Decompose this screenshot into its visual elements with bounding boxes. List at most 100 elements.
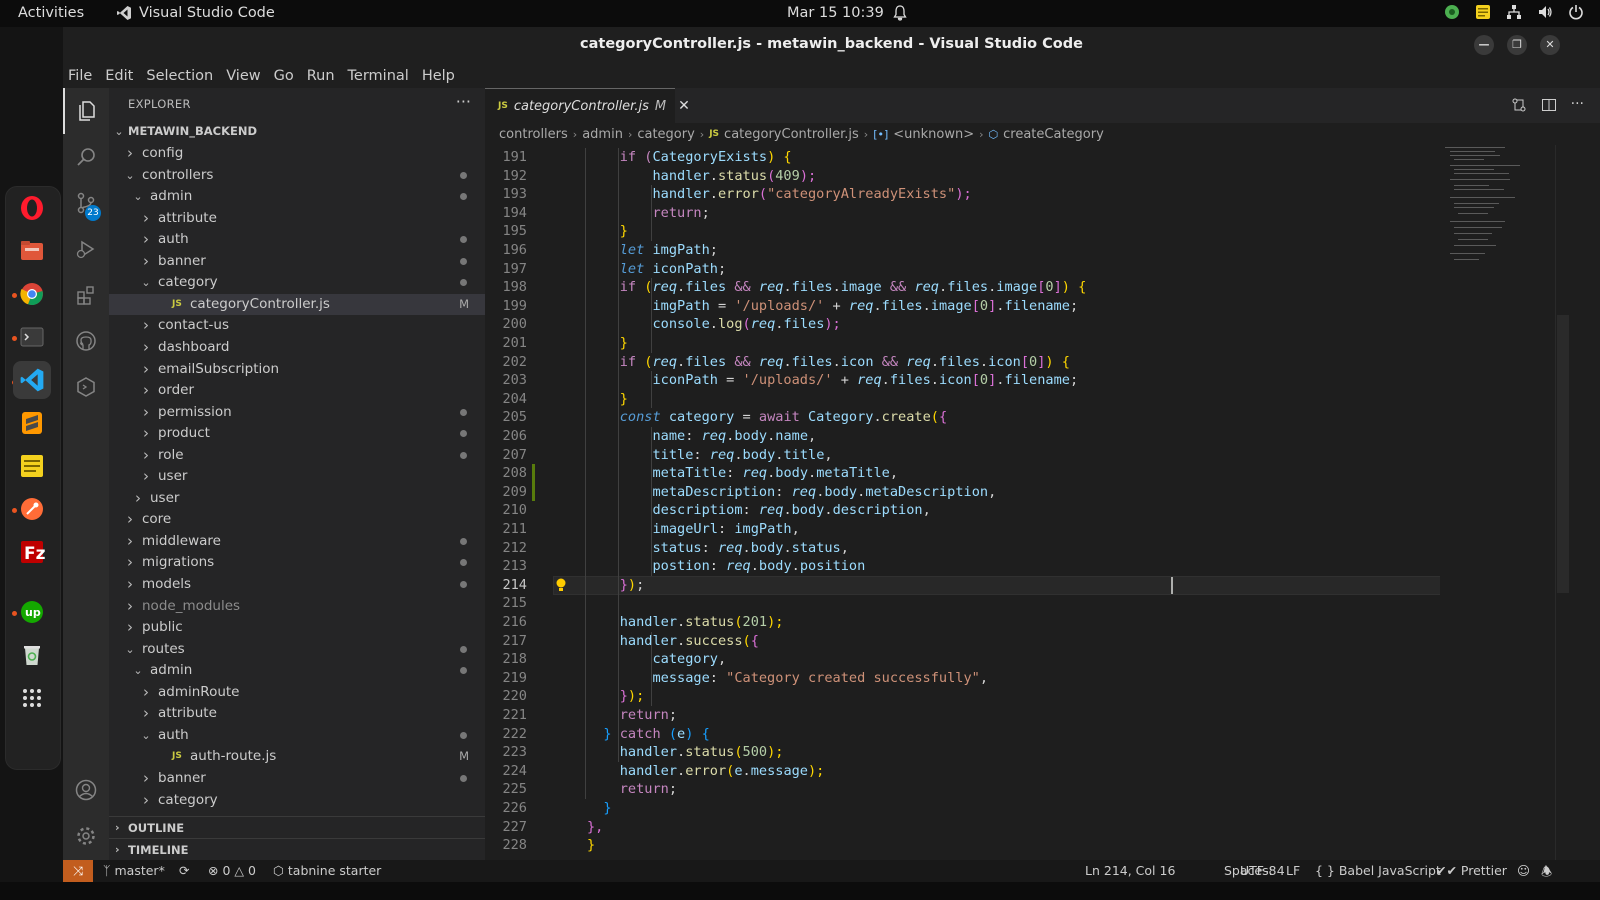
code-line[interactable]: } [587, 390, 628, 409]
breadcrumb-item[interactable]: categoryController.js [724, 127, 859, 142]
more-actions-icon[interactable]: ··· [1571, 97, 1584, 113]
branch-indicator[interactable]: ᛉ master* [103, 863, 165, 878]
lightbulb-icon[interactable] [555, 578, 567, 592]
close-icon[interactable]: ✕ [678, 98, 690, 114]
window-titlebar[interactable]: categoryController.js - metawin_backend … [63, 27, 1600, 63]
breadcrumb-item[interactable]: <unknown> [893, 127, 974, 142]
folder-item[interactable]: › order [109, 380, 485, 401]
upwork-icon[interactable]: up [13, 593, 51, 631]
outline-section[interactable]: › OUTLINE [109, 816, 485, 838]
code-line[interactable]: } [587, 334, 628, 353]
code-editor[interactable]: 191 if (CategoryExists) {192 handler.sta… [485, 145, 1600, 860]
opera-icon[interactable] [13, 189, 51, 227]
folder-item[interactable]: › banner [109, 251, 485, 272]
folder-item[interactable]: › role [109, 445, 485, 466]
workspace-root[interactable]: ⌄ METAWIN_BACKEND [109, 121, 485, 142]
code-line[interactable]: handler.status(500); [587, 743, 784, 762]
run-debug-icon[interactable] [63, 226, 109, 272]
code-line[interactable]: category, [587, 650, 726, 669]
code-line[interactable]: imgPath = '/uploads/' + req.files.image[… [587, 297, 1078, 316]
menu-go[interactable]: Go [274, 68, 294, 84]
folder-item[interactable]: › attribute [109, 703, 485, 724]
folder-item[interactable]: › migrations [109, 552, 485, 573]
folder-item[interactable]: › core [109, 509, 485, 530]
extensions-icon[interactable] [63, 272, 109, 318]
menu-run[interactable]: Run [307, 68, 335, 84]
files-icon[interactable] [13, 232, 51, 270]
code-line[interactable]: postion: req.body.position [587, 557, 865, 576]
folder-item[interactable]: ⌄ admin [109, 660, 485, 681]
sync-icon[interactable]: ⟳ [179, 863, 189, 878]
clock[interactable]: Mar 15 10:39 [787, 5, 884, 21]
prettier-indicator[interactable]: ✔✔ Prettier [1436, 863, 1507, 878]
folder-item[interactable]: › auth [109, 229, 485, 250]
code-line[interactable]: if (req.files && req.files.image && req.… [587, 278, 1087, 297]
file-item[interactable]: JS categoryController.js M [109, 293, 485, 315]
open-changes-icon[interactable] [1511, 97, 1527, 113]
source-control-icon[interactable] [63, 180, 109, 226]
tab-categoryController[interactable]: JS categoryController.js M ✕ [485, 88, 690, 123]
language-mode[interactable]: { } Babel JavaScript [1315, 863, 1441, 878]
folder-item[interactable]: › permission [109, 402, 485, 423]
notes-indicator-icon[interactable] [1475, 4, 1491, 20]
breadcrumb-item[interactable]: controllers [499, 127, 568, 142]
folder-item[interactable]: › models [109, 574, 485, 595]
maximize-button[interactable]: ❐ [1507, 35, 1527, 55]
minimap[interactable] [1440, 145, 1555, 860]
remote-indicator-icon[interactable]: ⤨ [63, 860, 93, 882]
code-line[interactable]: name: req.body.name, [587, 427, 816, 446]
activities-button[interactable]: Activities [18, 5, 84, 21]
settings-gear-icon[interactable] [63, 813, 109, 859]
code-line[interactable]: metaTitle: req.body.metaTitle, [587, 464, 898, 483]
status-indicator-icon[interactable] [1444, 4, 1460, 20]
code-line[interactable]: descriptiom: req.body.description, [587, 501, 930, 520]
chrome-icon[interactable] [13, 275, 51, 313]
folder-item[interactable]: › user [109, 488, 485, 509]
code-line[interactable]: handler.status(409); [587, 167, 816, 186]
timeline-section[interactable]: › TIMELINE [109, 838, 485, 860]
minimize-button[interactable]: — [1474, 35, 1494, 55]
power-icon[interactable] [1568, 4, 1584, 20]
folder-item[interactable]: › category [109, 790, 485, 811]
code-line[interactable]: handler.success({ [587, 632, 759, 651]
code-line[interactable]: const category = await Category.create({ [587, 408, 947, 427]
cursor-position[interactable]: Ln 214, Col 16 [1085, 863, 1175, 878]
network-icon[interactable] [1506, 4, 1522, 20]
sublime-text-icon[interactable] [13, 404, 51, 442]
line-ending[interactable]: LF [1286, 863, 1300, 878]
code-line[interactable]: return; [587, 780, 677, 799]
notes-icon[interactable] [13, 447, 51, 485]
folder-item[interactable]: › dashboard [109, 337, 485, 358]
code-line[interactable]: imageUrl: imgPath, [587, 520, 799, 539]
show-apps-icon[interactable] [13, 679, 51, 717]
file-item[interactable]: JS auth-route.js M [109, 746, 485, 767]
accounts-icon[interactable] [63, 767, 109, 813]
folder-item[interactable]: ⌄ admin [109, 186, 485, 207]
scrollbar-thumb[interactable] [1557, 315, 1569, 593]
close-window-button[interactable]: ✕ [1540, 35, 1560, 55]
notifications-bell-icon[interactable]: 🕭 [1541, 863, 1552, 884]
folder-item[interactable]: › node_modules [109, 596, 485, 617]
folder-item[interactable]: › adminRoute [109, 682, 485, 703]
folder-item[interactable]: › user [109, 466, 485, 487]
code-line[interactable]: title: req.body.title, [587, 446, 832, 465]
trash-icon[interactable] [13, 636, 51, 674]
folder-item[interactable]: › config [109, 143, 485, 164]
vscode-icon[interactable] [13, 361, 51, 399]
folder-item[interactable]: › public [109, 617, 485, 638]
code-line[interactable]: metaDescription: req.body.metaDescriptio… [587, 483, 996, 502]
editor-scrollbar[interactable] [1555, 145, 1569, 860]
terminal-icon[interactable] [13, 318, 51, 356]
folder-item[interactable]: ⌄ controllers [109, 165, 485, 186]
folder-item[interactable]: › contact-us [109, 315, 485, 336]
code-line[interactable]: }, [587, 818, 603, 837]
explorer-icon[interactable] [63, 88, 109, 134]
encoding[interactable]: UTF-8 [1240, 863, 1276, 878]
code-line[interactable]: iconPath = '/uploads/' + req.files.icon[… [587, 371, 1078, 390]
folder-item[interactable]: › attribute [109, 208, 485, 229]
tabnine-indicator[interactable]: ⬡ tabnine starter [273, 863, 381, 878]
folder-item[interactable]: › product [109, 423, 485, 444]
breadcrumb-item[interactable]: category [637, 127, 694, 142]
feedback-icon[interactable]: ☺ [1517, 863, 1530, 878]
code-line[interactable]: let imgPath; [587, 241, 718, 260]
